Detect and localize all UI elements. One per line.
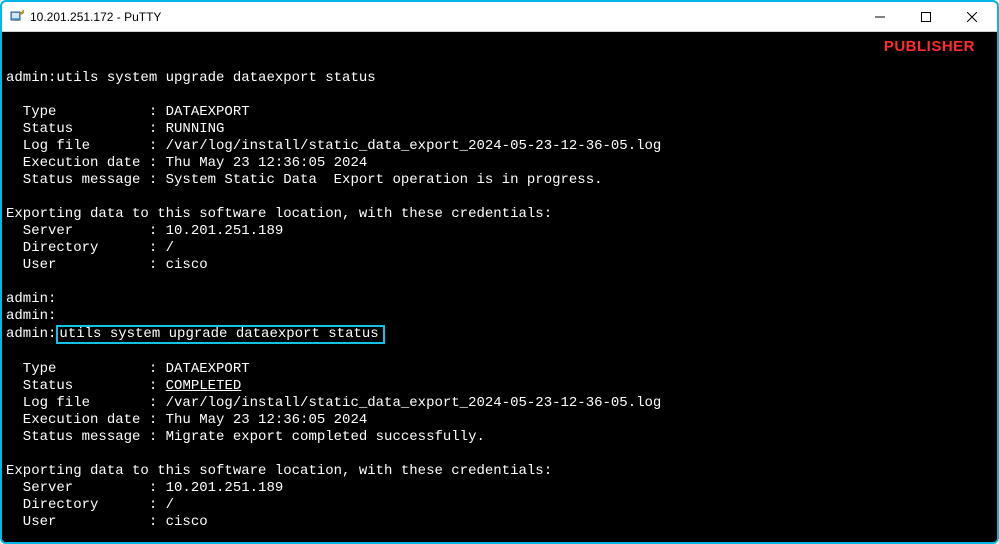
admin-prompt-prefix: admin:	[6, 326, 56, 342]
msg-line-1: Status message : System Static Data Expo…	[6, 172, 603, 188]
status-line-1: Status : RUNNING	[6, 121, 224, 137]
status-completed: COMPLETED	[166, 378, 242, 394]
admin-prompt-blank-2: admin:	[6, 308, 56, 324]
minimize-button[interactable]	[857, 2, 903, 31]
exec-line-1: Execution date : Thu May 23 12:36:05 202…	[6, 155, 367, 171]
user-line-1: User : cisco	[6, 257, 208, 273]
publisher-badge: PUBLISHER	[884, 38, 975, 55]
maximize-button[interactable]	[903, 2, 949, 31]
putty-icon	[10, 10, 24, 24]
user-line-2: User : cisco	[6, 514, 208, 530]
window-title: 10.201.251.172 - PuTTY	[30, 10, 857, 24]
server-line-2: Server : 10.201.251.189	[6, 480, 283, 496]
type-line-1: Type : DATAEXPORT	[6, 104, 250, 120]
status-prefix-2: Status :	[6, 378, 166, 394]
window-controls	[857, 2, 995, 31]
logfile-line-2: Log file : /var/log/install/static_data_…	[6, 395, 661, 411]
highlighted-command: utils system upgrade dataexport status	[56, 325, 384, 344]
exec-line-2: Execution date : Thu May 23 12:36:05 202…	[6, 412, 367, 428]
logfile-line-1: Log file : /var/log/install/static_data_…	[6, 138, 661, 154]
dir-line-1: Directory : /	[6, 240, 174, 256]
msg-line-2: Status message : Migrate export complete…	[6, 429, 485, 445]
putty-window: 10.201.251.172 - PuTTY PUBLISHER admin:u…	[0, 0, 999, 544]
terminal-area[interactable]: PUBLISHER admin:utils system upgrade dat…	[2, 32, 997, 542]
admin-prompt-blank-1: admin:	[6, 291, 56, 307]
server-line-1: Server : 10.201.251.189	[6, 223, 283, 239]
titlebar: 10.201.251.172 - PuTTY	[2, 2, 997, 32]
prompt-line-1: admin:utils system upgrade dataexport st…	[6, 70, 376, 86]
export-header-2: Exporting data to this software location…	[6, 463, 552, 479]
close-button[interactable]	[949, 2, 995, 31]
export-header-1: Exporting data to this software location…	[6, 206, 552, 222]
dir-line-2: Directory : /	[6, 497, 174, 513]
type-line-2: Type : DATAEXPORT	[6, 361, 250, 377]
